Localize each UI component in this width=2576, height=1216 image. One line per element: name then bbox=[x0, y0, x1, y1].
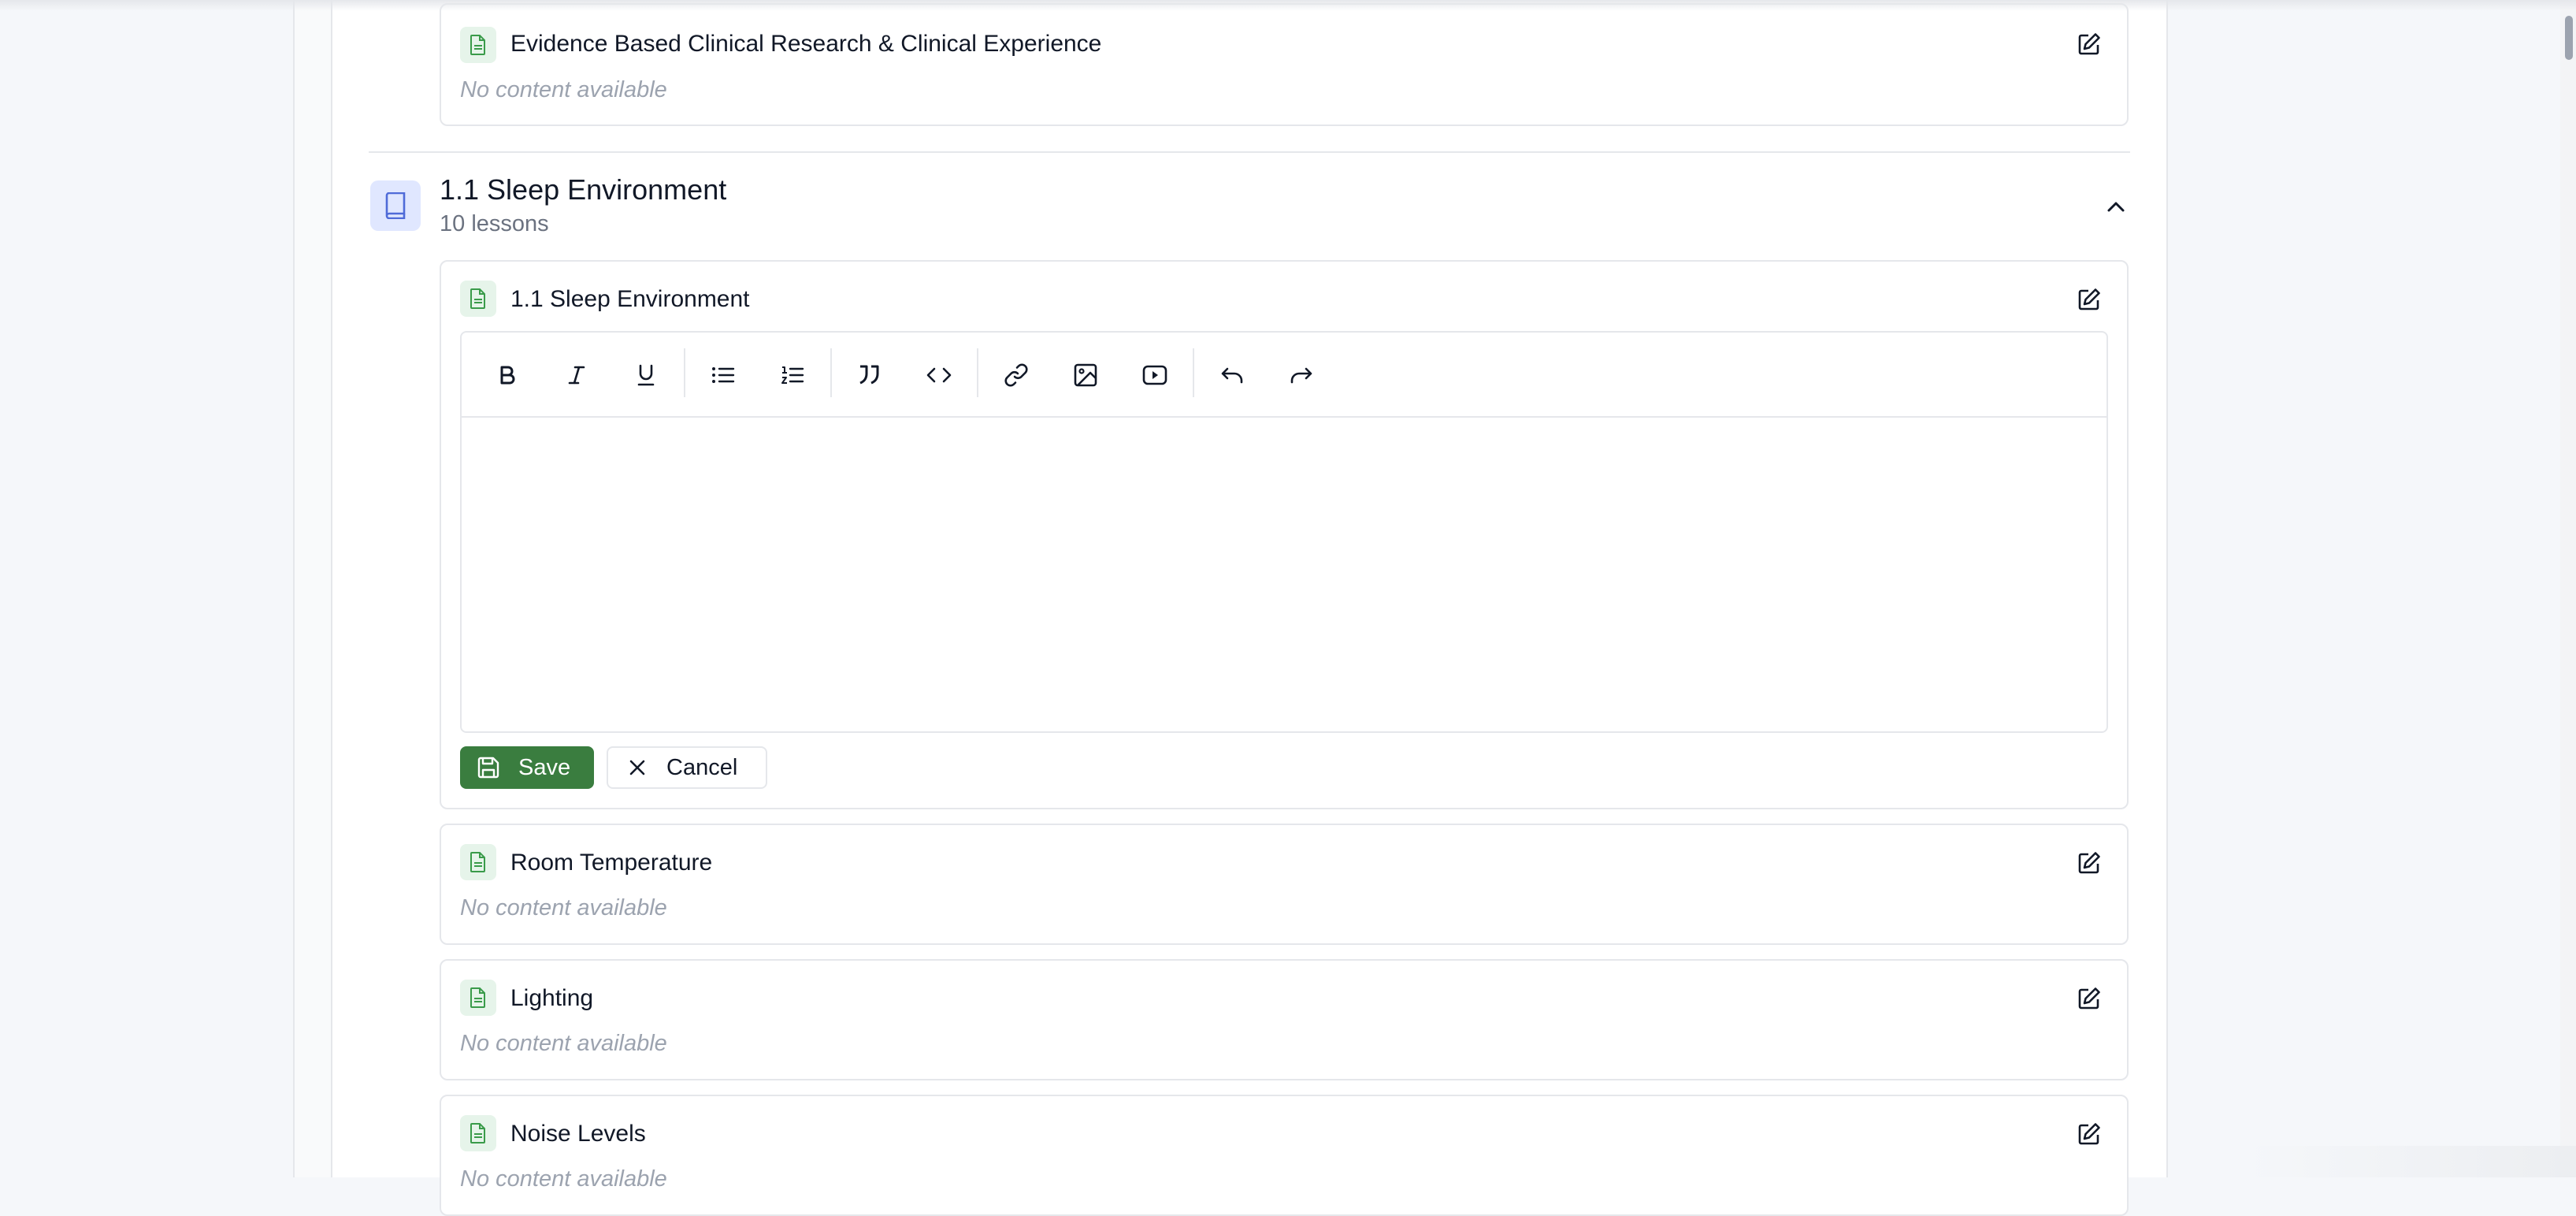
redo-icon[interactable] bbox=[1282, 356, 1320, 394]
toolbar-separator bbox=[684, 348, 685, 397]
edit-icon[interactable] bbox=[2073, 847, 2105, 879]
cancel-label: Cancel bbox=[666, 754, 738, 780]
save-icon bbox=[477, 757, 499, 779]
edit-icon[interactable] bbox=[2073, 1118, 2105, 1150]
section-divider bbox=[369, 151, 2130, 153]
lesson-title: Lighting bbox=[510, 985, 594, 1011]
cancel-button[interactable]: Cancel bbox=[607, 746, 767, 789]
lesson-title: Room Temperature bbox=[510, 850, 713, 876]
top-shadow bbox=[0, 0, 2576, 11]
lesson-title: 1.1 Sleep Environment bbox=[510, 286, 750, 312]
quote-icon[interactable] bbox=[851, 356, 889, 394]
module-lesson-count: 10 lessons bbox=[440, 211, 549, 236]
editor-toolbar bbox=[462, 333, 2106, 418]
ordered-list-icon[interactable] bbox=[774, 356, 811, 394]
lesson-title: Noise Levels bbox=[510, 1121, 646, 1147]
toolbar-separator bbox=[830, 348, 832, 397]
empty-content-text: No content available bbox=[460, 77, 667, 102]
document-icon bbox=[460, 980, 496, 1016]
document-icon bbox=[460, 1115, 496, 1151]
lesson-card: Noise Levels No content available bbox=[440, 1095, 2129, 1216]
document-icon bbox=[460, 281, 496, 317]
empty-content-text: No content available bbox=[460, 895, 667, 920]
book-icon bbox=[370, 180, 421, 231]
bold-icon[interactable] bbox=[488, 356, 526, 394]
lesson-card: Evidence Based Clinical Research & Clini… bbox=[440, 3, 2129, 126]
image-icon[interactable] bbox=[1067, 356, 1104, 394]
toolbar-separator bbox=[1193, 348, 1194, 397]
bullet-list-icon[interactable] bbox=[704, 356, 742, 394]
document-icon bbox=[460, 27, 496, 63]
save-button[interactable]: Save bbox=[460, 746, 594, 789]
undo-icon[interactable] bbox=[1213, 356, 1251, 394]
italic-icon[interactable] bbox=[558, 356, 596, 394]
empty-content-text: No content available bbox=[460, 1166, 667, 1192]
edit-icon[interactable] bbox=[2073, 28, 2105, 60]
empty-content-text: No content available bbox=[460, 1031, 667, 1056]
chevron-up-icon[interactable] bbox=[2099, 191, 2133, 222]
scrollbar[interactable] bbox=[2560, 0, 2576, 1177]
code-icon[interactable] bbox=[920, 356, 958, 394]
document-icon bbox=[460, 844, 496, 880]
toolbar-separator bbox=[977, 348, 978, 397]
edit-icon[interactable] bbox=[2073, 284, 2105, 315]
save-label: Save bbox=[518, 754, 571, 780]
editor-content-area[interactable] bbox=[462, 418, 2106, 731]
rich-text-editor bbox=[460, 331, 2108, 733]
module-title: 1.1 Sleep Environment bbox=[440, 173, 727, 206]
scrollbar-thumb[interactable] bbox=[2565, 16, 2573, 60]
lesson-card: Room Temperature No content available bbox=[440, 824, 2129, 945]
close-icon bbox=[629, 760, 645, 775]
edit-icon[interactable] bbox=[2073, 983, 2105, 1014]
bottom-fade bbox=[2245, 1146, 2576, 1177]
underline-icon[interactable] bbox=[627, 356, 665, 394]
video-icon[interactable] bbox=[1136, 356, 1174, 394]
lesson-card: Lighting No content available bbox=[440, 959, 2129, 1080]
link-icon[interactable] bbox=[997, 356, 1035, 394]
lesson-title: Evidence Based Clinical Research & Clini… bbox=[510, 31, 1102, 57]
